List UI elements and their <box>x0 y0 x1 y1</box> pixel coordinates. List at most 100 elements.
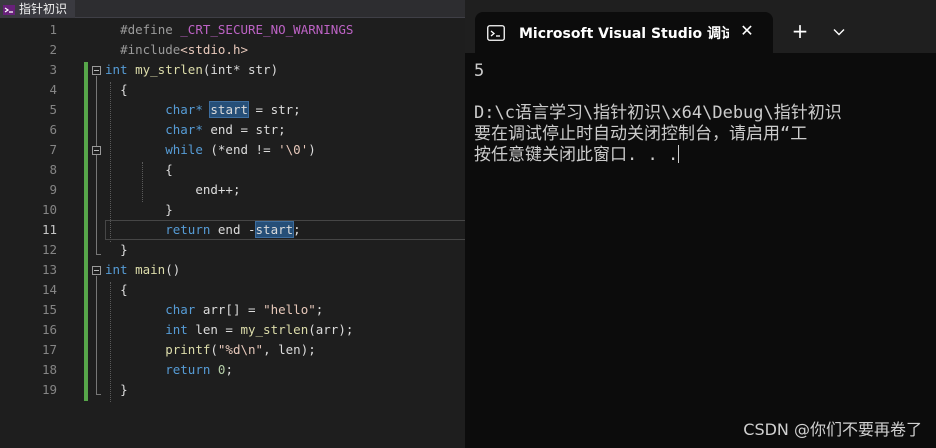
code-line: end++; <box>105 180 465 200</box>
close-icon[interactable]: ✕ <box>739 23 755 39</box>
code-line: return 0; <box>105 360 465 380</box>
line-number: 3 <box>49 62 57 77</box>
number-literal: 0 <box>210 362 226 377</box>
line-number: 8 <box>49 162 57 177</box>
terminal-tab-strip: Microsoft Visual Studio 调试控 ✕ + <box>465 0 936 53</box>
code-text: } <box>120 242 128 257</box>
code-text: (*end != <box>202 142 279 157</box>
string-literal: "%d\n" <box>217 342 264 357</box>
code-text: } <box>165 202 173 217</box>
code-editor[interactable]: 指针初识 1 2 3 4 5 6 7 8 9 10 11 12 13 14 15… <box>0 0 465 448</box>
macro-name: _CRT_SECURE_NO_WARNINGS <box>180 22 354 37</box>
line-number: 5 <box>49 102 57 117</box>
code-text: ; <box>225 362 233 377</box>
editor-tab-title: 指针初识 <box>19 2 68 16</box>
function-name: my_strlen <box>240 322 309 337</box>
type-keyword: int <box>165 322 188 337</box>
code-line: } <box>105 240 465 260</box>
line-number: 4 <box>49 82 57 97</box>
line-number: 2 <box>49 42 57 57</box>
code-line: } <box>105 380 465 400</box>
code-text: len = <box>187 322 241 337</box>
code-line: } <box>105 200 465 220</box>
collapse-toggle[interactable] <box>92 66 101 75</box>
outline-line <box>96 76 97 254</box>
code-line: { <box>105 80 465 100</box>
function-name: printf <box>165 342 211 357</box>
terminal-tab[interactable]: Microsoft Visual Studio 调试控 ✕ <box>475 12 773 53</box>
line-number: 19 <box>41 382 57 397</box>
code-line: int main() <box>105 260 465 280</box>
code-line-current: return end -start; <box>105 220 465 240</box>
terminal-line: D:\c语言学习\指针初识\x64\Debug\指针初识 <box>474 103 842 123</box>
line-number: 14 <box>41 282 57 297</box>
type-keyword: int <box>105 262 128 277</box>
code-text: ; <box>293 222 301 237</box>
line-number: 15 <box>41 302 57 317</box>
code-lines[interactable]: #define _CRT_SECURE_NO_WARNINGS #include… <box>105 20 465 400</box>
plus-icon[interactable]: + <box>787 19 813 45</box>
chevron-down-icon[interactable] <box>826 19 852 45</box>
string-literal: "hello" <box>263 302 316 317</box>
line-number: 17 <box>41 342 57 357</box>
code-text: } <box>120 382 128 397</box>
type-keyword: int <box>105 62 128 77</box>
line-number: 13 <box>41 262 57 277</box>
code-line: printf("%d\n", len); <box>105 340 465 360</box>
line-number: 18 <box>41 362 57 377</box>
code-line: while (*end != '\0') <box>105 140 465 160</box>
line-number: 1 <box>49 22 57 37</box>
highlighted-reference: start <box>254 221 295 238</box>
highlighted-reference: start <box>209 101 250 118</box>
editor-tab-bar: 指针初识 <box>0 0 465 18</box>
code-text: () <box>165 262 181 277</box>
code-text: end - <box>210 222 256 237</box>
type-keyword: char <box>165 302 196 317</box>
line-number: 6 <box>49 122 57 137</box>
outline-end <box>96 394 101 395</box>
text-cursor <box>678 145 680 163</box>
code-text: arr[] = <box>195 302 264 317</box>
type-keyword: char* <box>165 102 203 117</box>
code-text: ; <box>315 302 324 317</box>
code-line: #define _CRT_SECURE_NO_WARNINGS <box>105 20 465 40</box>
code-text: , len); <box>263 342 316 357</box>
escape-sequence: \0 <box>285 142 301 157</box>
control-keyword: return <box>165 222 211 237</box>
preprocessor-directive: #include <box>120 42 181 57</box>
outline-line <box>96 276 97 394</box>
line-number: 9 <box>49 182 57 197</box>
terminal-output[interactable]: 5 D:\c语言学习\指针初识\x64\Debug\指针初识 要在调试停止时自动… <box>474 61 936 166</box>
watermark: CSDN @你们不要再卷了 <box>743 420 922 439</box>
vs-file-icon <box>2 2 16 16</box>
terminal-line-prompt: 按任意键关闭此窗口. . . <box>474 145 936 166</box>
code-text: = str; <box>248 102 301 117</box>
code-text: { <box>120 282 128 297</box>
code-line: #include<stdio.h> <box>105 40 465 60</box>
code-text: ) <box>308 142 316 157</box>
collapse-toggle[interactable] <box>92 266 101 275</box>
collapse-toggle[interactable] <box>92 146 101 155</box>
function-name: my_strlen <box>135 62 203 77</box>
code-text: (int* str) <box>202 62 279 77</box>
terminal-prompt-text: 按任意键关闭此窗口. . . <box>474 145 679 165</box>
code-line: char* end = str; <box>105 120 465 140</box>
change-tracking-bar <box>84 62 88 401</box>
char-literal: ' <box>278 142 286 157</box>
terminal-tab-title: Microsoft Visual Studio 调试控 <box>519 25 729 42</box>
function-name: main <box>135 262 166 277</box>
code-text: { <box>165 162 173 177</box>
line-number: 10 <box>41 202 57 217</box>
code-text: end++; <box>195 182 241 197</box>
terminal-line: 5 <box>474 61 485 81</box>
line-number-active: 11 <box>41 222 57 237</box>
code-line: char* start = str; <box>105 100 465 120</box>
terminal-window[interactable]: Microsoft Visual Studio 调试控 ✕ + 5 D:\c语言… <box>465 0 936 448</box>
type-keyword: char* <box>165 122 203 137</box>
code-text: (arr); <box>308 322 354 337</box>
include-header: <stdio.h> <box>180 42 249 57</box>
line-number: 7 <box>49 142 57 157</box>
terminal-line: 要在调试停止时自动关闭控制台，请启用“工 <box>474 124 808 144</box>
control-keyword: return <box>165 362 211 377</box>
editor-tab[interactable]: 指针初识 <box>0 0 76 18</box>
